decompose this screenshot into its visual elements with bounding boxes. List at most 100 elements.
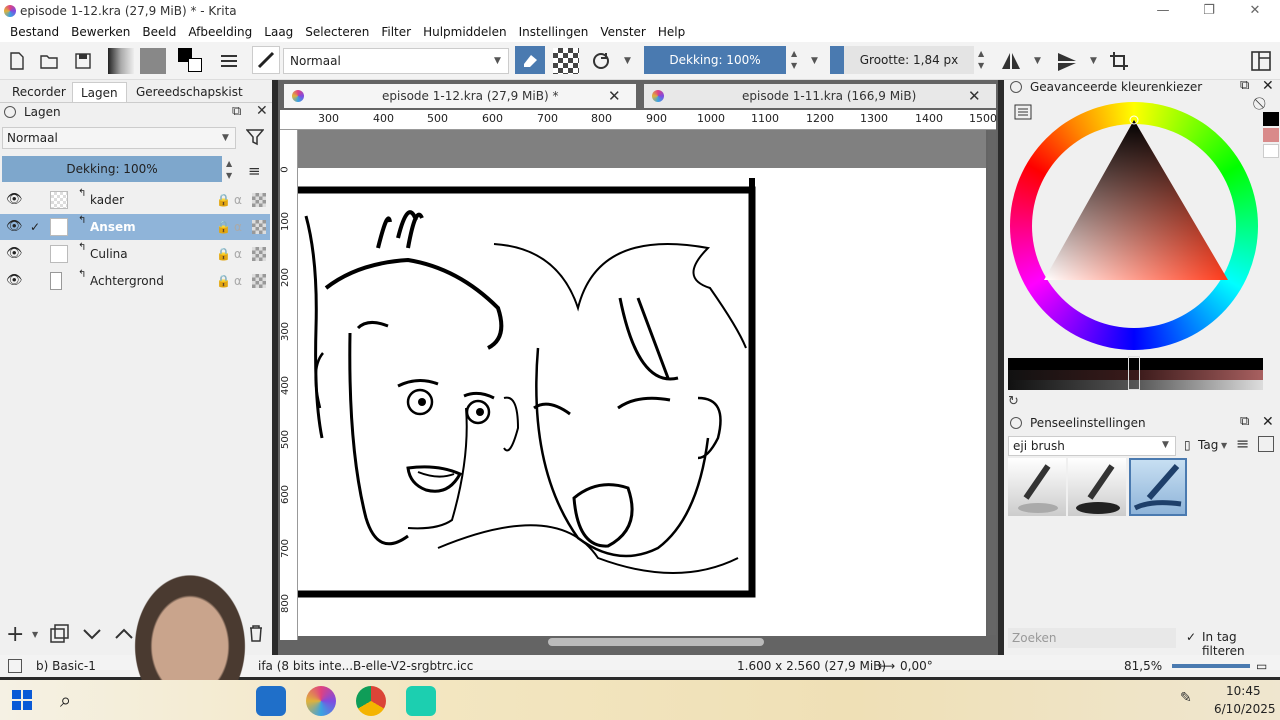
lock-icon[interactable]: 🔒 xyxy=(216,187,231,213)
visibility-eye-icon[interactable]: 👁 xyxy=(6,214,23,240)
duplicate-layer-icon[interactable] xyxy=(50,624,70,647)
refresh-icon[interactable]: ↻ xyxy=(1008,394,1019,409)
menu-hulpmiddelen[interactable]: Hulpmiddelen xyxy=(423,25,507,39)
bg-color-swatch[interactable] xyxy=(1263,144,1279,158)
inherit-alpha-icon[interactable] xyxy=(252,220,266,234)
layer-menu-icon[interactable]: ≡ xyxy=(248,162,261,180)
filter-checkbox[interactable]: ✓ xyxy=(1186,630,1196,644)
menu-help[interactable]: Help xyxy=(658,25,685,39)
layer-name[interactable]: Ansem xyxy=(90,214,136,240)
menu-beeld[interactable]: Beeld xyxy=(142,25,176,39)
size-slider-fill[interactable] xyxy=(830,46,844,74)
float-panel-icon[interactable]: ⧉ xyxy=(232,104,241,119)
layer-row[interactable]: 👁 ↰ Achtergrond 🔒 α xyxy=(0,268,270,294)
lock-panel-icon[interactable] xyxy=(1010,81,1022,93)
blend-mode-select[interactable]: Normaal xyxy=(283,48,509,74)
status-zoom[interactable]: 81,5% xyxy=(1124,655,1162,677)
status-rotation[interactable]: 0,00° xyxy=(900,655,933,677)
visibility-eye-icon[interactable]: 👁 xyxy=(6,241,23,267)
opacity-stepper[interactable]: ▲ ▼ xyxy=(791,48,801,72)
add-layer-icon[interactable]: + xyxy=(6,622,24,647)
mirror-horizontal-icon[interactable] xyxy=(1000,50,1022,72)
zoom-slider[interactable] xyxy=(1172,664,1250,668)
layer-name[interactable]: Achtergrond xyxy=(90,268,164,294)
lock-panel-icon[interactable] xyxy=(1010,417,1022,429)
layer-name[interactable]: kader xyxy=(90,187,124,213)
brush-settings-icon[interactable] xyxy=(218,50,240,72)
menu-bestand[interactable]: Bestand xyxy=(10,25,59,39)
layer-row[interactable]: 👁 ✓ ↰ Ansem 🔒 α xyxy=(0,214,270,240)
doc-tab-label[interactable]: episode 1-12.kra (27,9 MiB) * xyxy=(382,84,558,108)
menu-selecteren[interactable]: Selecteren xyxy=(305,25,369,39)
doc-tab[interactable]: episode 1-11.kra (166,9 MiB) ✕ xyxy=(644,84,996,108)
pattern-preset-icon[interactable] xyxy=(140,48,166,74)
minimize-button[interactable]: — xyxy=(1140,0,1186,22)
alpha-icon[interactable]: α xyxy=(234,214,242,240)
recent-color-swatch[interactable] xyxy=(1263,128,1279,142)
alpha-icon[interactable]: α xyxy=(234,187,242,213)
inherit-alpha-icon[interactable] xyxy=(252,247,266,261)
slider-handle[interactable] xyxy=(1128,356,1140,390)
opacity-slider[interactable]: Dekking: 100% xyxy=(644,46,786,74)
layer-row[interactable]: 👁 ↰ kader 🔒 α xyxy=(0,187,270,213)
menu-laag[interactable]: Laag xyxy=(264,25,293,39)
mirror-vertical-icon[interactable] xyxy=(1056,50,1078,72)
menu-instellingen[interactable]: Instellingen xyxy=(519,25,589,39)
menu-filter[interactable]: Filter xyxy=(381,25,411,39)
lock-icon[interactable]: 🔒 xyxy=(216,214,231,240)
lock-icon[interactable]: 🔒 xyxy=(216,241,231,267)
menu-bewerken[interactable]: Bewerken xyxy=(71,25,130,39)
pen-icon[interactable]: ✎ xyxy=(1180,690,1192,706)
chrome-icon[interactable] xyxy=(356,686,386,716)
close-tab-icon[interactable]: ✕ xyxy=(608,84,621,108)
alpha-icon[interactable]: α xyxy=(234,241,242,267)
tab-recorder[interactable]: Recorder xyxy=(4,82,74,102)
foreground-background-color-icon[interactable] xyxy=(178,48,204,74)
reload-preset-icon[interactable] xyxy=(590,50,612,72)
size-slider[interactable]: Grootte: 1,84 px xyxy=(844,46,974,74)
lock-icon[interactable]: 🔒 xyxy=(216,268,231,294)
search-icon[interactable]: ⌕ xyxy=(60,688,71,712)
filter-icon[interactable] xyxy=(245,128,265,149)
inherit-alpha-icon[interactable] xyxy=(252,193,266,207)
layer-check[interactable]: ✓ xyxy=(30,214,42,240)
drawing-canvas[interactable] xyxy=(298,168,986,636)
close-panel-icon[interactable]: ✕ xyxy=(1262,78,1274,94)
krita-taskbar-icon[interactable] xyxy=(306,686,336,716)
maximize-button[interactable]: ❐ xyxy=(1186,0,1232,22)
brush-import-icon[interactable] xyxy=(1258,436,1274,452)
preserve-alpha-icon[interactable] xyxy=(553,48,579,74)
close-tab-icon[interactable]: ✕ xyxy=(968,84,981,108)
menu-venster[interactable]: Venster xyxy=(600,25,646,39)
layer-name[interactable]: Culina xyxy=(90,241,128,267)
crop-icon[interactable] xyxy=(1108,50,1130,72)
brush-preset-icon[interactable] xyxy=(252,46,280,74)
eraser-mode-icon[interactable] xyxy=(515,46,545,74)
inherit-alpha-icon[interactable] xyxy=(252,274,266,288)
layer-opacity-slider[interactable]: Dekking: 100% xyxy=(2,156,222,182)
layer-blend-mode-select[interactable]: Normaal xyxy=(2,127,236,149)
windows-start-icon[interactable] xyxy=(12,690,32,713)
close-button[interactable]: ✕ xyxy=(1232,0,1278,22)
visibility-eye-icon[interactable]: 👁 xyxy=(6,187,23,213)
tab-gereedschapskist[interactable]: Gereedschapskist xyxy=(128,82,251,102)
doc-tab-active[interactable]: episode 1-12.kra (27,9 MiB) * ✕ xyxy=(284,84,636,108)
outlook-icon[interactable] xyxy=(256,686,286,716)
layer-opacity-stepper[interactable]: ▲ ▼ xyxy=(226,158,236,182)
clock-time[interactable]: 10:45 xyxy=(1226,684,1261,698)
move-layer-down-icon[interactable] xyxy=(82,624,102,647)
new-document-icon[interactable] xyxy=(6,50,28,72)
doc-tab-label[interactable]: episode 1-11.kra (166,9 MiB) xyxy=(742,84,916,108)
layer-row[interactable]: 👁 ↰ Culina 🔒 α xyxy=(0,241,270,267)
brush-preset-select[interactable]: eji brush xyxy=(1008,436,1176,456)
app-icon[interactable] xyxy=(406,686,436,716)
tag-icon[interactable]: ▯ xyxy=(1184,438,1191,452)
gradient-preset-icon[interactable] xyxy=(108,48,134,74)
brush-list-menu-icon[interactable]: ≡ xyxy=(1236,434,1249,453)
clock-date[interactable]: 6/10/2025 xyxy=(1214,702,1276,716)
float-panel-icon[interactable]: ⧉ xyxy=(1240,414,1249,429)
brush-preset-thumb-selected[interactable] xyxy=(1129,458,1187,516)
vertical-scrollbar[interactable] xyxy=(988,130,996,635)
open-folder-icon[interactable] xyxy=(38,50,60,72)
saturation-value-triangle[interactable] xyxy=(1010,102,1258,350)
